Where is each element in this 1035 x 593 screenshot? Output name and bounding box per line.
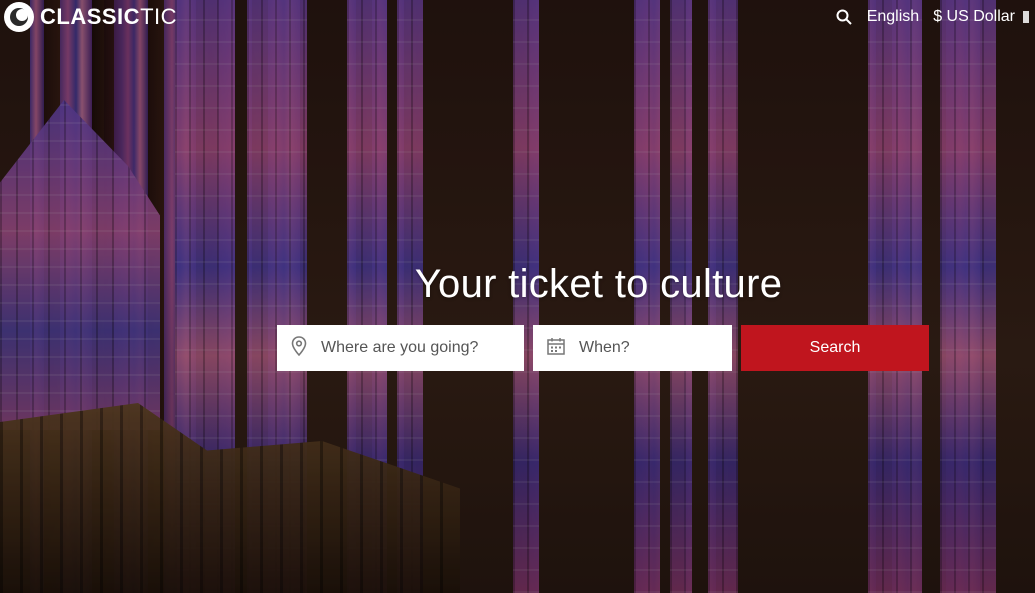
language-selector[interactable]: English (867, 8, 919, 26)
currency-selector[interactable]: $ US Dollar (933, 8, 1015, 26)
map-pin-icon (291, 335, 307, 361)
site-logo[interactable]: CLASSICTIC (4, 2, 177, 32)
search-form: Search (277, 325, 929, 371)
date-input[interactable] (579, 339, 732, 357)
classictic-logo-icon (4, 2, 34, 32)
calendar-icon (547, 337, 565, 360)
top-header: CLASSICTIC English $ US Dollar (0, 0, 1035, 34)
date-field[interactable] (533, 325, 732, 371)
hero-headline: Your ticket to culture (414, 262, 783, 306)
logo-wordmark: CLASSICTIC (40, 4, 178, 29)
search-button[interactable]: Search (741, 325, 929, 371)
menu-edge-icon[interactable] (1023, 11, 1029, 23)
destination-field[interactable] (277, 325, 524, 371)
header-actions: English $ US Dollar (835, 8, 1035, 26)
destination-input[interactable] (321, 339, 524, 357)
search-icon[interactable] (835, 8, 853, 26)
